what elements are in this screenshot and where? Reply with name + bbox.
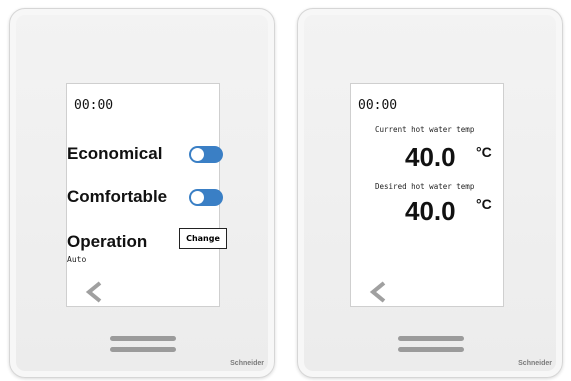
- speaker-grille: [398, 347, 464, 352]
- speaker-grille: [110, 336, 176, 341]
- clock: 00:00: [358, 98, 398, 113]
- chevron-left-icon[interactable]: [367, 280, 391, 304]
- thermostat-device-left: 00:00 Economical Comfortable Operation A…: [9, 8, 275, 378]
- clock: 00:00: [74, 98, 114, 113]
- operation-mode-value: Auto: [67, 255, 87, 264]
- comfortable-label: Comfortable: [67, 187, 168, 206]
- thermostat-device-right: 00:00 Current hot water temp 40.0 °C Des…: [297, 8, 563, 378]
- screen-left: 00:00 Economical Comfortable Operation A…: [66, 83, 227, 307]
- current-temp-value: 40.0: [405, 142, 456, 172]
- toggle-knob: [191, 191, 204, 204]
- brand-logo: Schneider: [230, 360, 264, 367]
- screen-right: 00:00 Current hot water temp 40.0 °C Des…: [350, 83, 504, 307]
- desired-temp-unit: °C: [476, 196, 492, 212]
- comfortable-toggle[interactable]: [189, 189, 223, 206]
- current-temp-label: Current hot water temp: [375, 125, 475, 134]
- desired-temp-label: Desired hot water temp: [375, 182, 475, 191]
- speaker-grille: [110, 347, 176, 352]
- change-button[interactable]: Change: [179, 228, 227, 249]
- current-temp-unit: °C: [476, 144, 492, 160]
- brand-logo: Schneider: [518, 360, 552, 367]
- desired-temp-value[interactable]: 40.0: [405, 196, 456, 227]
- operation-label: Operation: [67, 232, 148, 251]
- chevron-left-icon[interactable]: [83, 280, 107, 304]
- toggle-knob: [191, 148, 204, 161]
- economical-toggle[interactable]: [189, 146, 223, 163]
- economical-label: Economical: [67, 144, 163, 163]
- speaker-grille: [398, 336, 464, 341]
